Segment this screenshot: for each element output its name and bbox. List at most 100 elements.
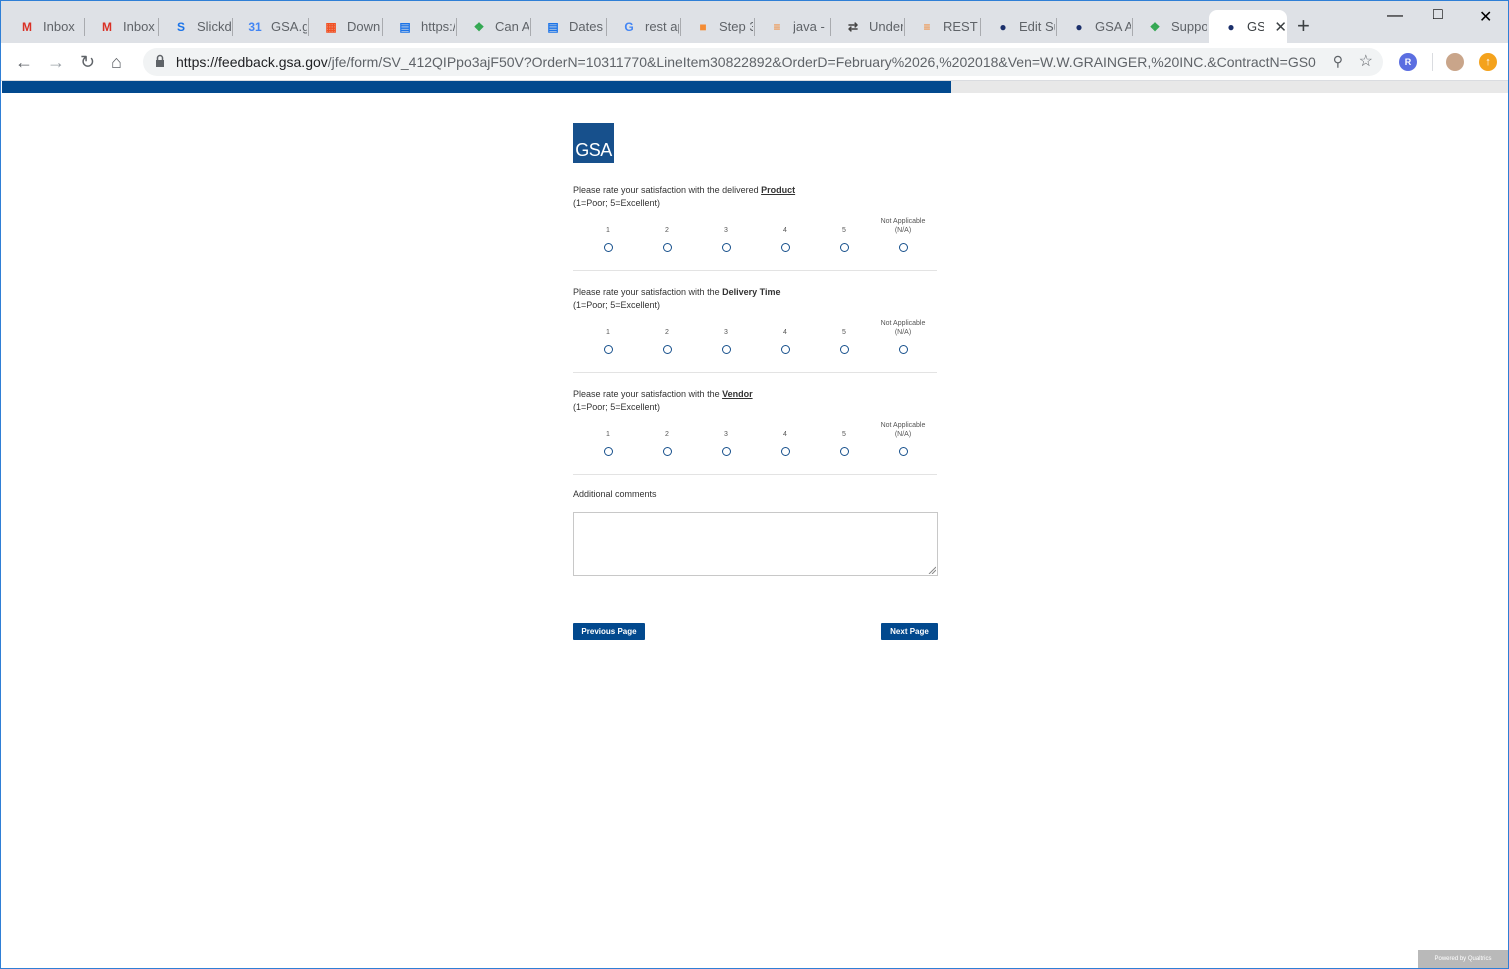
radio-button[interactable]: [780, 243, 790, 252]
rating-option-label: 4: [783, 227, 787, 234]
rating-option[interactable]: 5: [814, 217, 874, 252]
slickdeals-icon: S: [176, 19, 185, 34]
radio-button[interactable]: [780, 345, 790, 354]
comments-label: Additional comments: [573, 489, 657, 499]
microsoft-icon: ▦: [325, 19, 337, 34]
radio-button[interactable]: [839, 447, 849, 456]
browser-tab[interactable]: ■ Step 3: [681, 10, 753, 43]
rating-option[interactable]: 2: [637, 217, 697, 252]
tab-title: GSA A: [1095, 19, 1131, 34]
tab-separator: [308, 18, 309, 36]
tab-title: java -: [793, 19, 825, 34]
radio-button[interactable]: [839, 345, 849, 354]
resize-grip-icon[interactable]: [928, 566, 936, 574]
rating-option[interactable]: 3: [696, 217, 756, 252]
radio-button[interactable]: [603, 345, 613, 354]
radio-button[interactable]: [721, 447, 731, 456]
browser-tab[interactable]: ▦ Download: [309, 10, 381, 43]
radio-button[interactable]: [780, 447, 790, 456]
tab-title: REST A: [943, 19, 979, 34]
tab-title: Dates: [569, 19, 603, 34]
reload-icon[interactable]: ↻: [80, 52, 95, 72]
radio-button[interactable]: [898, 243, 908, 252]
radio-button[interactable]: [662, 345, 672, 354]
tab-title: GS: [1247, 19, 1265, 34]
new-tab-button[interactable]: +: [1297, 15, 1310, 37]
browser-tab[interactable]: ▤ https://: [383, 10, 455, 43]
rating-question: Please rate your satisfaction with the V…: [573, 388, 937, 475]
browser-tab[interactable]: S Slickdeals: [159, 10, 231, 43]
bookmark-star-icon[interactable]: ☆: [1359, 51, 1373, 71]
radio-button[interactable]: [898, 345, 908, 354]
browser-tab[interactable]: ● GS ✕: [1209, 10, 1287, 43]
browser-tab[interactable]: ❖ Suppo: [1133, 10, 1207, 43]
browser-tab[interactable]: M Inbox: [85, 10, 157, 43]
minimize-icon[interactable]: —: [1387, 7, 1403, 25]
rating-option[interactable]: 4: [755, 421, 815, 456]
rating-option[interactable]: 3: [696, 421, 756, 456]
radio-button[interactable]: [603, 243, 613, 252]
powered-by-qualtrics[interactable]: Powered by Qualtrics: [1418, 950, 1508, 968]
browser-tab[interactable]: ❖ Can Al: [457, 10, 529, 43]
rating-option-label: 3: [724, 431, 728, 438]
tab-separator: [456, 18, 457, 36]
radio-button[interactable]: [898, 447, 908, 456]
browser-tab[interactable]: Grest ap: [607, 10, 679, 43]
radio-button[interactable]: [603, 447, 613, 456]
tab-title: Download: [347, 19, 381, 34]
forward-icon[interactable]: →: [47, 52, 65, 72]
rating-option[interactable]: 4: [755, 217, 815, 252]
extension-r-icon[interactable]: R: [1399, 53, 1417, 71]
survey-form: GSA Please rate your satisfaction with t…: [573, 123, 938, 576]
profile-avatar-icon[interactable]: [1446, 53, 1464, 71]
rating-option[interactable]: Not Applicable (N/A): [873, 421, 933, 456]
apps-icon: ❖: [473, 19, 485, 34]
rating-option[interactable]: 1: [578, 319, 638, 354]
browser-window: + — □ ✕ MInboxMInboxSSlickdeals31GSA.gov…: [0, 0, 1509, 969]
rating-option[interactable]: Not Applicable (N/A): [873, 319, 933, 354]
rating-option[interactable]: 2: [637, 421, 697, 456]
question-list: Please rate your satisfaction with the d…: [573, 184, 938, 475]
previous-page-button[interactable]: Previous Page: [573, 623, 645, 640]
browser-tab[interactable]: ● Edit Su: [981, 10, 1055, 43]
zoom-icon[interactable]: ⚲: [1333, 53, 1343, 70]
arrows-icon: ⇄: [847, 19, 859, 34]
close-window-icon[interactable]: ✕: [1479, 7, 1492, 27]
rating-option[interactable]: 2: [637, 319, 697, 354]
update-icon[interactable]: ↑: [1479, 53, 1497, 71]
rating-option-label: 5: [842, 431, 846, 438]
tab-separator: [980, 18, 981, 36]
browser-tab[interactable]: ▤ Dates: [531, 10, 605, 43]
rating-option[interactable]: 3: [696, 319, 756, 354]
browser-tab[interactable]: M Inbox: [5, 10, 79, 43]
tab-separator: [754, 18, 755, 36]
next-page-button[interactable]: Next Page: [881, 623, 938, 640]
radio-button[interactable]: [721, 345, 731, 354]
maximize-icon[interactable]: □: [1433, 6, 1443, 24]
rating-option[interactable]: 5: [814, 421, 874, 456]
rating-option[interactable]: 4: [755, 319, 815, 354]
address-bar[interactable]: https://feedback.gsa.gov/jfe/form/SV_412…: [143, 48, 1383, 76]
comments-textarea[interactable]: [573, 512, 938, 576]
browser-tab[interactable]: ⇄ Under: [831, 10, 903, 43]
close-tab-icon[interactable]: ✕: [1274, 18, 1287, 36]
browser-tab[interactable]: ≡ REST A: [905, 10, 979, 43]
browser-tab[interactable]: ● GSA A: [1057, 10, 1131, 43]
rating-option[interactable]: 5: [814, 319, 874, 354]
toolbar-divider: [1432, 53, 1433, 71]
browser-tab[interactable]: 31 GSA.gov: [233, 10, 307, 43]
rating-option[interactable]: 1: [578, 217, 638, 252]
rating-option[interactable]: 1: [578, 421, 638, 456]
rating-option[interactable]: Not Applicable (N/A): [873, 217, 933, 252]
browser-tab[interactable]: ≡ java -: [755, 10, 829, 43]
rating-option-label: 2: [665, 431, 669, 438]
radio-button[interactable]: [662, 447, 672, 456]
orange-icon: ■: [699, 19, 707, 34]
gsa-logo: GSA: [573, 123, 614, 163]
radio-button[interactable]: [839, 243, 849, 252]
url-text: https://feedback.gsa.gov/jfe/form/SV_412…: [176, 54, 1316, 70]
radio-button[interactable]: [662, 243, 672, 252]
back-icon[interactable]: ←: [15, 52, 33, 72]
radio-button[interactable]: [721, 243, 731, 252]
home-icon[interactable]: ⌂: [111, 52, 122, 72]
